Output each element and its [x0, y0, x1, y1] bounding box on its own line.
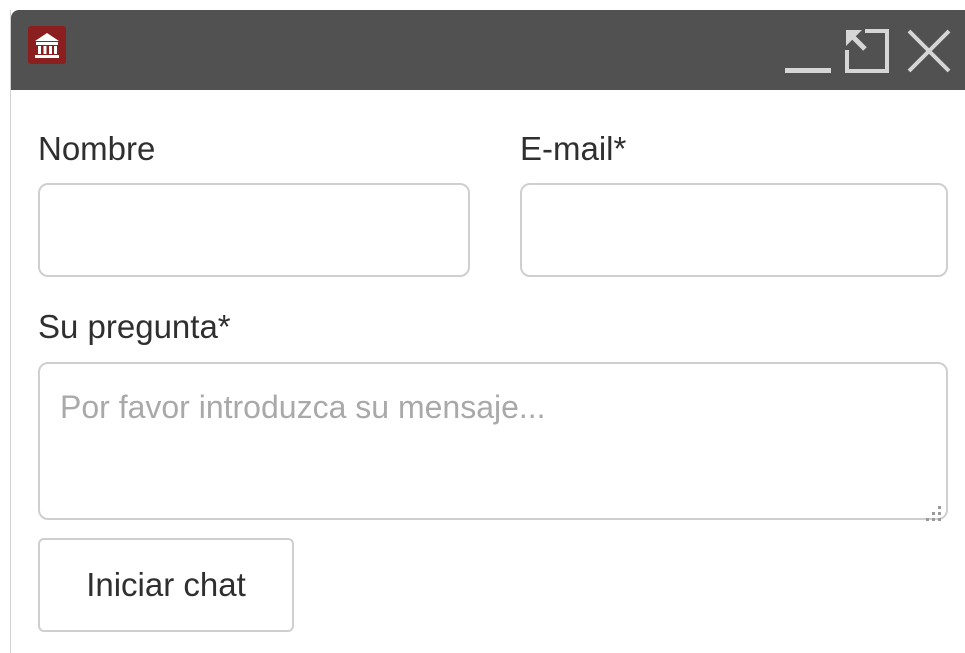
chat-widget-window: Nombre E-mail* Su pregunta* Iniciar chat: [10, 10, 965, 653]
email-field[interactable]: [520, 183, 948, 277]
bank-building-icon: [28, 26, 66, 64]
name-label: Nombre: [38, 130, 156, 167]
close-icon[interactable]: [904, 28, 954, 74]
expand-arrow-icon[interactable]: [843, 28, 891, 74]
name-field[interactable]: [38, 183, 470, 277]
start-chat-button[interactable]: Iniciar chat: [38, 538, 294, 632]
email-label: E-mail*: [520, 130, 627, 167]
minimize-icon[interactable]: [783, 28, 839, 74]
titlebar: [11, 10, 965, 90]
question-textarea[interactable]: [38, 362, 948, 520]
resize-grip-icon[interactable]: [922, 502, 944, 524]
question-label: Su pregunta*: [38, 308, 231, 345]
